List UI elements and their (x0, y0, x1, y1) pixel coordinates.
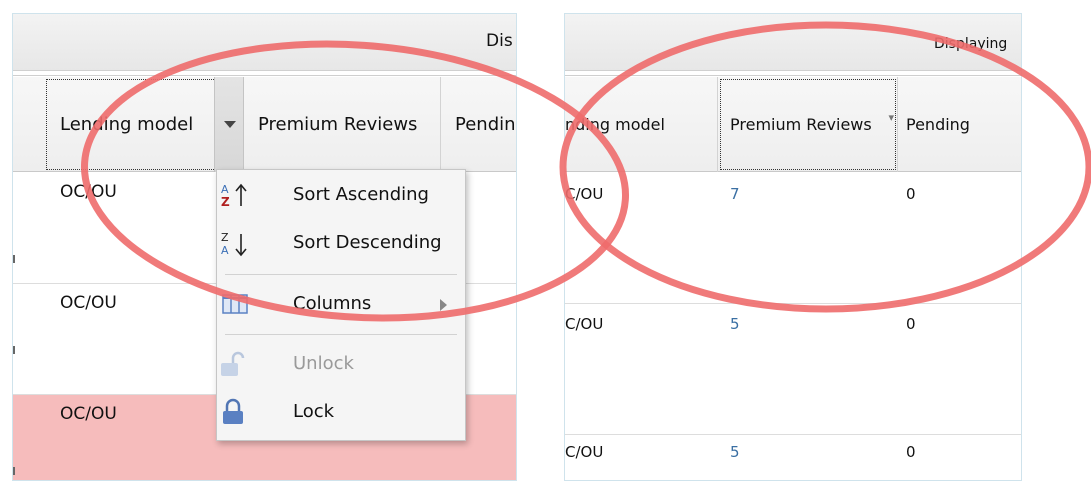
table-row[interactable]: C/OU 7 0 (565, 173, 1021, 304)
chevron-right-icon (440, 299, 447, 311)
column-context-menu: A Z Sort Ascending Z A Sort Descending C… (216, 169, 466, 441)
cell-lending-model: C/OU (565, 315, 604, 333)
cell-premium-reviews-link[interactable]: 5 (730, 443, 740, 461)
menu-item-sort-descending[interactable]: Z A Sort Descending (217, 222, 465, 266)
table-row[interactable]: C/OU 5 0 (565, 435, 1021, 480)
table-row[interactable]: C/OU 5 0 (565, 304, 1021, 435)
grid-header: Lending model Premium Reviews Pendin (13, 77, 516, 172)
cell-lending-model: OC/OU (60, 293, 117, 313)
paging-display-text: Displaying (934, 36, 1008, 52)
column-header-pending[interactable]: Pending (898, 77, 1021, 172)
cell-premium-reviews-link[interactable]: 7 (730, 185, 740, 203)
cell-pending: 0 (906, 443, 916, 461)
cell-pending: 0 (906, 315, 916, 333)
grid-header: nding model Premium Reviews ▾ Pending (565, 77, 1021, 172)
unlock-icon (217, 343, 257, 387)
right-grid-panel: Displaying nding model Premium Reviews ▾… (564, 13, 1022, 481)
left-grid-panel: Dis Lending model Premium Reviews Pendin… (12, 13, 517, 481)
paging-display-text: Dis (486, 31, 513, 51)
grid-toolbar: Displaying (565, 14, 1021, 71)
sort-indicator-icon: ▾ (888, 111, 894, 124)
column-header-premium-reviews[interactable]: Premium Reviews (244, 77, 441, 172)
column-menu-trigger[interactable] (214, 77, 244, 172)
lock-icon (217, 391, 257, 435)
svg-text:Z: Z (221, 195, 230, 209)
columns-icon (217, 283, 257, 327)
cell-pending: 0 (906, 185, 916, 203)
cell-premium-reviews-link[interactable]: 5 (730, 315, 740, 333)
cell-lending-model: C/OU (565, 185, 604, 203)
svg-text:Z: Z (221, 231, 229, 244)
column-header-lending-model[interactable]: nding model (565, 77, 718, 172)
menu-item-columns[interactable]: Columns (217, 283, 465, 327)
cell-lending-model: OC/OU (60, 404, 117, 424)
cell-lending-model: C/OU (565, 443, 604, 461)
cell-lending-model: OC/OU (60, 182, 117, 202)
menu-item-unlock: Unlock (217, 343, 465, 387)
sort-ascending-icon: A Z (217, 174, 257, 218)
sort-descending-icon: Z A (217, 222, 257, 266)
grid-toolbar: Dis (13, 14, 516, 71)
chevron-down-icon (224, 121, 236, 128)
column-header-pending[interactable]: Pendin (441, 77, 516, 172)
svg-text:A: A (221, 244, 229, 257)
menu-item-lock[interactable]: Lock (217, 391, 465, 435)
column-header-premium-reviews[interactable]: Premium Reviews ▾ (718, 77, 898, 172)
menu-item-sort-ascending[interactable]: A Z Sort Ascending (217, 174, 465, 218)
